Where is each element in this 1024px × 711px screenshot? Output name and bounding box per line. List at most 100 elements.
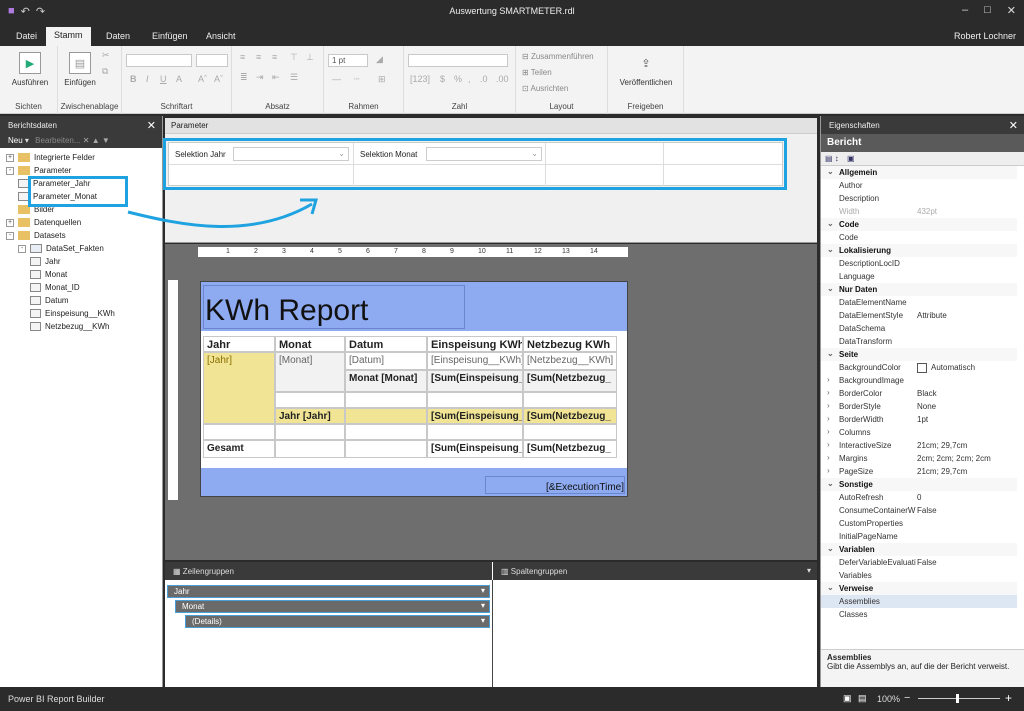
- categorized-icon[interactable]: ▤: [825, 154, 833, 163]
- group-row-monat[interactable]: Monat ▾: [175, 600, 490, 613]
- property-value[interactable]: 432pt: [917, 207, 937, 216]
- property-row[interactable]: Variables: [821, 569, 1017, 582]
- tree-item[interactable]: Datum: [30, 294, 69, 307]
- align-left-icon[interactable]: ≡: [240, 52, 245, 62]
- property-row[interactable]: DescriptionLocID: [821, 257, 1017, 270]
- placeholder-icon[interactable]: [123]: [410, 74, 430, 84]
- property-row[interactable]: › BorderStyle None: [821, 400, 1017, 413]
- justify-icon[interactable]: ≣: [240, 72, 248, 83]
- col-header-jahr[interactable]: Jahr: [203, 336, 275, 352]
- print-layout-icon[interactable]: ▤: [858, 693, 867, 704]
- property-category[interactable]: ⌄ Lokalisierung: [821, 244, 1017, 257]
- page-view-icon[interactable]: ▣: [843, 693, 852, 704]
- cell-jahr[interactable]: [Jahr]: [203, 352, 275, 424]
- chevron-down-icon[interactable]: ⌄: [827, 245, 834, 254]
- outdent-icon[interactable]: ⇤: [272, 72, 280, 83]
- report-body[interactable]: KWh Report Jahr Monat Datum Einspeisung …: [200, 281, 628, 497]
- cell-monat[interactable]: [Monat]: [275, 352, 345, 392]
- zoom-slider-thumb[interactable]: [956, 694, 959, 703]
- property-row[interactable]: BackgroundColor Automatisch: [821, 361, 1017, 374]
- property-category[interactable]: ⌄ Verweise: [821, 582, 1017, 595]
- cell-empty[interactable]: [203, 424, 275, 440]
- zoom-in-icon[interactable]: +: [1005, 691, 1012, 705]
- cell-jahr-sum-netzbezug[interactable]: [Sum(Netzbezug_: [523, 408, 617, 424]
- comma-icon[interactable]: ,: [468, 74, 471, 84]
- cell-empty[interactable]: [275, 440, 345, 458]
- property-row[interactable]: Assemblies: [821, 595, 1017, 608]
- align-middle-icon[interactable]: ⊥: [306, 52, 314, 63]
- cell-monat-sum-einspeisung[interactable]: [Sum(Einspeisung_: [427, 370, 523, 392]
- minimize-icon[interactable]: –: [962, 4, 968, 17]
- list-icon[interactable]: ☰: [290, 72, 298, 83]
- zoom-slider[interactable]: [918, 698, 1000, 699]
- align-right-icon[interactable]: ≡: [272, 52, 277, 62]
- report-title[interactable]: KWh Report: [205, 294, 368, 328]
- property-row[interactable]: › BorderWidth 1pt: [821, 413, 1017, 426]
- cell-jahr-empty[interactable]: [345, 408, 427, 424]
- property-row[interactable]: Code: [821, 231, 1017, 244]
- tree-item[interactable]: Jahr: [30, 255, 61, 268]
- cell-empty[interactable]: [523, 424, 617, 440]
- tab-stamm[interactable]: Stamm: [46, 27, 91, 46]
- property-value[interactable]: False: [917, 558, 937, 567]
- property-pages-icon[interactable]: ▣: [847, 154, 855, 163]
- expand-toggle-icon[interactable]: -: [18, 244, 26, 253]
- chevron-down-icon[interactable]: ▾: [481, 616, 485, 625]
- cut-icon[interactable]: ✂: [102, 50, 110, 61]
- property-row[interactable]: ConsumeContainerW False: [821, 504, 1017, 517]
- user-name[interactable]: Robert Lochner: [954, 31, 1016, 41]
- property-row[interactable]: › Margins 2cm; 2cm; 2cm; 2cm: [821, 452, 1017, 465]
- cell-gesamt-sum-einspeisung[interactable]: [Sum(Einspeisung_: [427, 440, 523, 458]
- chevron-right-icon[interactable]: ›: [827, 440, 830, 449]
- property-category[interactable]: ⌄ Code: [821, 218, 1017, 231]
- property-row[interactable]: InitialPageName: [821, 530, 1017, 543]
- percent-icon[interactable]: %: [454, 74, 462, 84]
- tree-item[interactable]: - DataSet_Fakten: [18, 242, 104, 255]
- cell-einspeisung[interactable]: [Einspeisung__KWh]: [427, 352, 523, 370]
- property-value[interactable]: 21cm; 29,7cm: [917, 441, 967, 450]
- cell-jahr-total[interactable]: Jahr [Jahr]: [275, 408, 345, 424]
- indent-icon[interactable]: ⇥: [256, 72, 264, 83]
- border-color-icon[interactable]: ◢: [376, 54, 383, 65]
- property-row[interactable]: Classes: [821, 608, 1017, 621]
- chevron-right-icon[interactable]: ›: [827, 453, 830, 462]
- col-header-datum[interactable]: Datum: [345, 336, 427, 352]
- chevron-right-icon[interactable]: ›: [827, 427, 830, 436]
- property-category[interactable]: ⌄ Nur Daten: [821, 283, 1017, 296]
- publish-button[interactable]: ⇪ Veröffentlichen: [612, 52, 680, 88]
- property-value[interactable]: 0: [917, 493, 921, 502]
- property-row[interactable]: › BackgroundImage: [821, 374, 1017, 387]
- close-icon[interactable]: ✕: [1009, 119, 1018, 132]
- font-color-icon[interactable]: A: [176, 74, 182, 84]
- property-category[interactable]: ⌄ Seite: [821, 348, 1017, 361]
- cell-empty[interactable]: [275, 392, 345, 408]
- cell-jahr-sum-einspeisung[interactable]: [Sum(Einspeisung_: [427, 408, 523, 424]
- cell-empty[interactable]: [275, 424, 345, 440]
- chevron-down-icon[interactable]: ▾: [807, 566, 811, 575]
- expand-toggle-icon[interactable]: +: [6, 153, 14, 162]
- property-value[interactable]: 2cm; 2cm; 2cm; 2cm: [917, 454, 991, 463]
- run-button[interactable]: ▶ Ausführen: [8, 52, 52, 87]
- chevron-right-icon[interactable]: ›: [827, 414, 830, 423]
- chevron-down-icon[interactable]: ▾: [481, 586, 485, 595]
- chevron-down-icon[interactable]: ⌄: [827, 349, 834, 358]
- property-row[interactable]: DataElementStyle Attribute: [821, 309, 1017, 322]
- cell-empty[interactable]: [345, 392, 427, 408]
- increase-decimal-icon[interactable]: .0: [480, 74, 488, 84]
- col-header-monat[interactable]: Monat: [275, 336, 345, 352]
- property-category[interactable]: ⌄ Allgemein: [821, 166, 1017, 179]
- property-value-container[interactable]: Automatisch: [917, 363, 975, 373]
- cell-empty[interactable]: [427, 392, 523, 408]
- split-button[interactable]: ⊞ Teilen: [522, 68, 552, 77]
- property-row[interactable]: DataSchema: [821, 322, 1017, 335]
- cell-empty[interactable]: [427, 424, 523, 440]
- chevron-down-icon[interactable]: ⌄: [827, 479, 834, 488]
- chevron-right-icon[interactable]: ›: [827, 466, 830, 475]
- chevron-down-icon[interactable]: ⌄: [827, 167, 834, 176]
- bold-icon[interactable]: B: [130, 74, 137, 84]
- tab-einfuegen[interactable]: Einfügen: [144, 28, 196, 46]
- move-up-icon[interactable]: ▲: [92, 136, 100, 145]
- edit-button[interactable]: Bearbeiten...: [35, 136, 80, 145]
- chevron-down-icon[interactable]: ⌄: [827, 544, 834, 553]
- decrease-decimal-icon[interactable]: .00: [496, 74, 509, 84]
